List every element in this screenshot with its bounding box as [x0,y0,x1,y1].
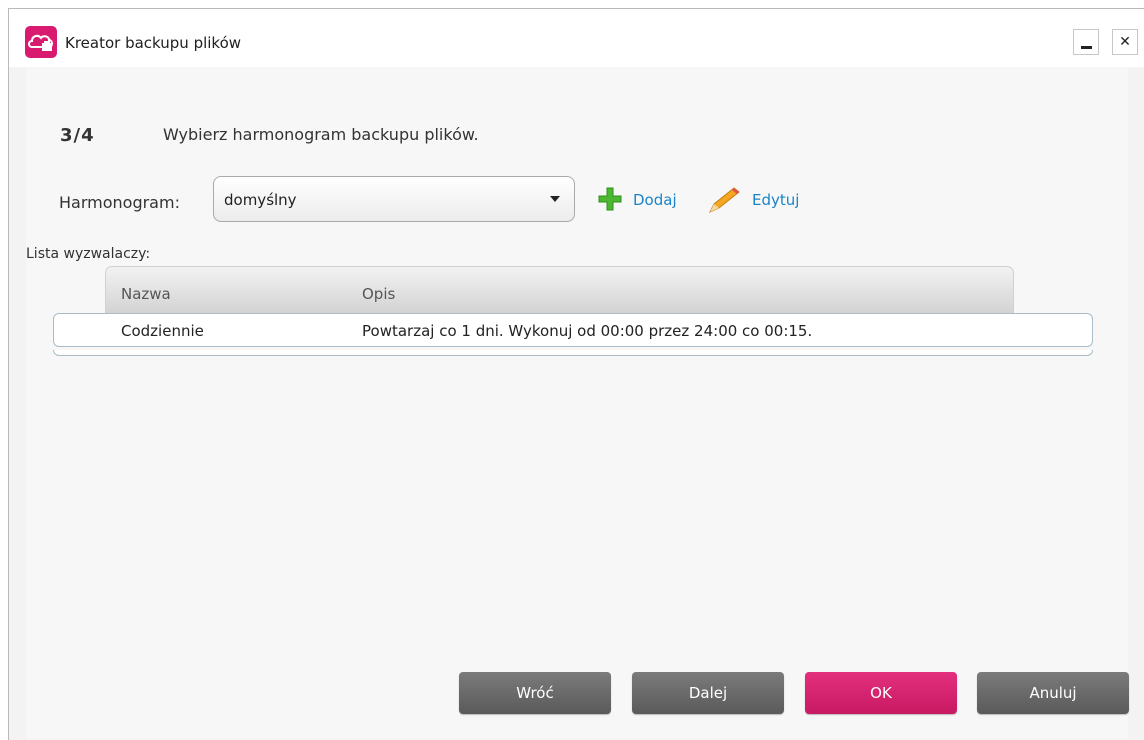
wizard-content: 3/4 Wybierz harmonogram backupu plików. … [26,67,1129,739]
ok-button[interactable]: OK [805,672,957,714]
pencil-icon [708,187,740,214]
step-number: 3/4 [60,125,95,146]
table-row[interactable]: Codziennie Powtarzaj co 1 dni. Wykonuj o… [53,313,1093,347]
step-description: Wybierz harmonogram backupu plików. [163,125,479,144]
column-header-description[interactable]: Opis [362,285,395,303]
back-button[interactable]: Wróć [459,672,611,714]
edit-schedule-button[interactable]: Edytuj [706,186,816,214]
close-button[interactable]: ✕ [1112,29,1138,55]
row-description-cell: Powtarzaj co 1 dni. Wykonuj od 00:00 prz… [362,322,813,340]
triggers-list-label: Lista wyzwalaczy: [26,246,151,262]
add-label: Dodaj [633,191,677,209]
plus-icon [598,187,622,211]
schedule-selected-value: domyślny [224,191,297,209]
dropdown-arrow-icon [550,196,560,202]
table-bottom-edge [53,350,1093,356]
next-button[interactable]: Dalej [632,672,784,714]
title-bar: Kreator backupu plików ✕ [9,9,1144,67]
cancel-button[interactable]: Anuluj [977,672,1129,714]
schedule-select[interactable]: domyślny [213,176,575,222]
cloud-backup-icon [25,26,57,58]
edit-label: Edytuj [752,191,800,209]
schedule-label: Harmonogram: [59,193,180,212]
triggers-table-header: Nazwa Opis [105,266,1014,313]
column-header-name[interactable]: Nazwa [121,285,171,303]
add-schedule-button[interactable]: Dodaj [597,186,697,212]
row-name-cell: Codziennie [121,322,204,340]
window-title: Kreator backupu plików [65,34,242,52]
minimize-button[interactable] [1073,29,1099,55]
minimize-icon [1081,46,1092,49]
close-icon: ✕ [1119,34,1131,50]
backup-wizard-window: Kreator backupu plików ✕ 3/4 Wybierz har… [8,8,1144,740]
